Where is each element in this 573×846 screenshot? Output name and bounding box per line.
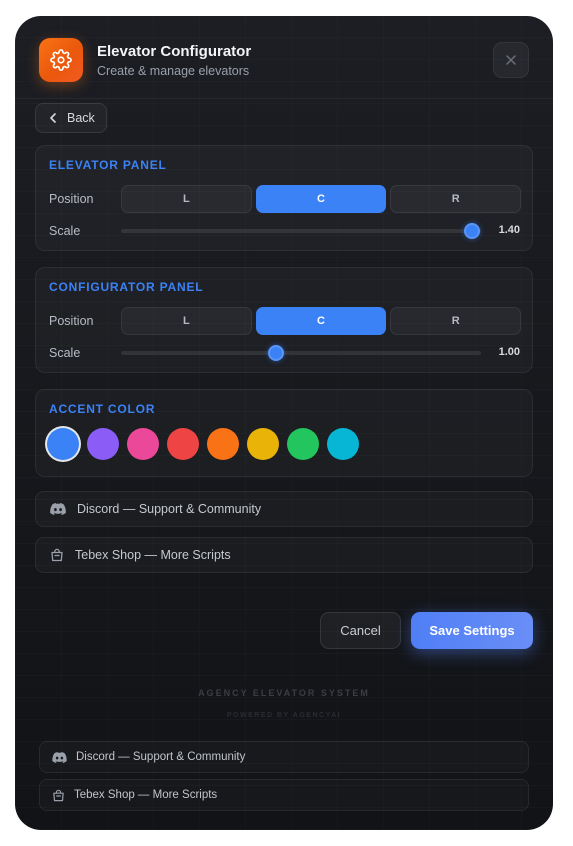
tebex-link[interactable]: Tebex Shop — More Scripts	[35, 537, 533, 573]
discord-link[interactable]: Discord — Support & Community	[35, 491, 533, 527]
save-settings-button[interactable]: Save Settings	[411, 612, 533, 649]
elevator-position-c[interactable]: C	[255, 185, 387, 213]
footer-title: AGENCY ELEVATOR SYSTEM	[198, 688, 370, 698]
shop-bag-icon	[53, 789, 64, 801]
gear-icon	[39, 38, 83, 82]
accent-color-card: ACCENT COLOR	[35, 389, 533, 477]
configurator-scale-slider[interactable]	[121, 345, 481, 361]
footer-discord-label: Discord — Support & Community	[76, 751, 246, 763]
elevator-scale-thumb[interactable]	[464, 223, 480, 239]
accent-swatch-4[interactable]	[167, 428, 199, 460]
accent-swatch-5[interactable]	[207, 428, 239, 460]
configurator-scale-label: Scale	[49, 346, 81, 360]
close-button[interactable]	[493, 42, 529, 78]
accent-swatch-1[interactable]	[47, 428, 79, 460]
configurator-window: Elevator Configurator Create & manage el…	[15, 16, 553, 830]
shop-bag-icon	[51, 548, 63, 562]
header-divider	[15, 98, 553, 99]
footer-tebex-label: Tebex Shop — More Scripts	[74, 789, 218, 801]
elevator-scale-slider[interactable]	[121, 223, 481, 239]
configurator-panel-card: CONFIGURATOR PANEL Position L C R Scale …	[35, 267, 533, 373]
configurator-position-label: Position	[49, 314, 94, 328]
elevator-position-selector: L C R	[121, 185, 522, 213]
accent-color-title: ACCENT COLOR	[49, 402, 156, 416]
footer-subtitle: POWERED BY AGENCYAI	[226, 712, 342, 719]
elevator-position-r[interactable]: R	[390, 185, 522, 213]
configurator-position-l[interactable]: L	[121, 307, 252, 335]
accent-swatch-3[interactable]	[127, 428, 159, 460]
configurator-position-selector: L C R	[121, 307, 522, 335]
accent-swatch-8[interactable]	[327, 428, 359, 460]
configurator-panel-title: CONFIGURATOR PANEL	[49, 280, 204, 294]
footer-tebex-link[interactable]: Tebex Shop — More Scripts	[39, 779, 529, 811]
elevator-position-l[interactable]: L	[121, 185, 252, 213]
elevator-scale-value: 1.40	[498, 224, 520, 236]
elevator-position-label: Position	[49, 192, 94, 206]
chevron-left-icon	[50, 113, 56, 123]
tebex-link-label: Tebex Shop — More Scripts	[75, 548, 231, 562]
close-icon	[506, 55, 516, 65]
cancel-button[interactable]: Cancel	[320, 612, 401, 649]
accent-swatch-2[interactable]	[87, 428, 119, 460]
discord-link-label: Discord — Support & Community	[77, 502, 262, 516]
configurator-scale-thumb[interactable]	[267, 345, 284, 361]
elevator-panel-title: ELEVATOR PANEL	[49, 158, 167, 172]
elevator-scale-label: Scale	[49, 224, 81, 238]
app-title: Elevator Configurator	[97, 43, 252, 60]
back-label: Back	[67, 111, 95, 125]
accent-swatch-7[interactable]	[287, 428, 319, 460]
configurator-scale-value: 1.00	[498, 346, 520, 358]
configurator-position-c[interactable]: C	[255, 307, 387, 335]
configurator-position-r[interactable]: R	[390, 307, 522, 335]
discord-icon	[50, 503, 66, 515]
footer-discord-link[interactable]: Discord — Support & Community	[39, 741, 529, 773]
back-button[interactable]: Back	[35, 103, 107, 133]
app-subtitle: Create & manage elevators	[97, 64, 250, 78]
elevator-panel-card: ELEVATOR PANEL Position L C R Scale 1.40	[35, 145, 533, 251]
discord-icon	[52, 751, 67, 763]
accent-swatch-6[interactable]	[247, 428, 279, 460]
accent-swatch-list	[47, 428, 359, 460]
